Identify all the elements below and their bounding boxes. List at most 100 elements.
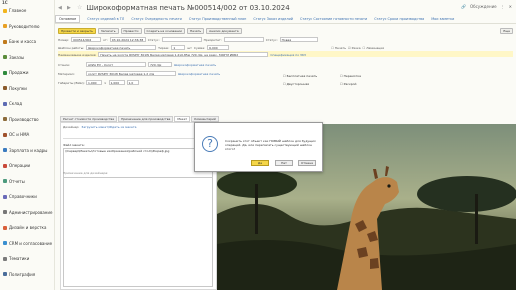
notes-field[interactable]	[63, 177, 213, 287]
link-icon[interactable]: 🔗	[461, 4, 466, 9]
no-button[interactable]: Нет	[275, 160, 293, 166]
sidebar-item-5[interactable]: Покупки	[0, 84, 55, 93]
width-field[interactable]: 1,000	[86, 80, 102, 85]
related-button[interactable]: Создать на основании	[143, 28, 185, 34]
more-button[interactable]: Еще	[500, 28, 513, 34]
designer-link[interactable]: Загрузить макет/Ждать из макета	[81, 125, 136, 129]
sidebar-item-7[interactable]: Производство	[0, 115, 55, 124]
checkbox-lam[interactable]: ☐ Ламинация	[363, 46, 385, 50]
sidebar-item-16[interactable]: Тематики	[0, 254, 55, 263]
sales-icon	[3, 70, 7, 75]
sidebar-item-label: ОС и НМА	[9, 132, 30, 137]
sum-field[interactable]: 6,000	[207, 45, 230, 50]
height-field[interactable]: 1,000	[108, 80, 125, 85]
post-button[interactable]: Провести	[120, 28, 142, 34]
sidebar-item-12[interactable]: Справочники	[0, 192, 55, 201]
sidebar-item-0[interactable]: Главное	[0, 6, 55, 15]
sidebar-item-1[interactable]: Руководителю	[0, 22, 55, 31]
production-icon	[3, 117, 7, 121]
subtab-3[interactable]: Статус Производственный план	[189, 17, 247, 21]
area-field[interactable]: 1,0	[126, 80, 139, 85]
print-button[interactable]: Печать	[186, 28, 205, 34]
sidebar-item-label: Банк и касса	[9, 39, 37, 44]
sidebar-item-label: CRM и согласование	[9, 240, 53, 246]
orders-icon	[3, 55, 7, 59]
sidebar-item-13[interactable]: Администрирование	[0, 208, 55, 217]
sidebar-item-label: Тематики	[9, 256, 30, 261]
material-field[interactable]: холст RVSPIY 301W Белая матовая 1,2 л/м	[86, 71, 176, 76]
file-path[interactable]: \\Сервер\Макеты\Готовые изображения\рабо…	[65, 149, 169, 153]
save-button[interactable]: Записать	[97, 28, 119, 34]
admin-icon	[3, 210, 7, 214]
material-label: Материал:	[58, 71, 75, 76]
page-title: Широкоформатная печать №000514/002 от 03…	[86, 3, 290, 12]
subtab-2[interactable]: Статус Очередность печати	[131, 17, 181, 21]
post-close-button[interactable]: Провести и закрыть	[58, 28, 96, 34]
analyze-button[interactable]: Анализ документа	[206, 28, 242, 34]
sidebar-item-14[interactable]: Дизайн и верстка	[0, 223, 55, 232]
directory-icon	[3, 194, 7, 199]
subtab-5[interactable]: Статус Состояние готовности печати	[300, 17, 367, 21]
discussion-button[interactable]: Обсуждение	[470, 4, 497, 9]
star-icon[interactable]: ☆	[77, 4, 82, 11]
spec-link[interactable]: Спецификация по ЗКЗ	[270, 53, 306, 57]
template-row: Шаблон работы: Широкоформатная печать Ти…	[58, 45, 384, 50]
material-link[interactable]: Широкоформатная печать	[178, 72, 220, 76]
purchases-icon	[3, 86, 7, 90]
back-icon[interactable]: ◀	[58, 5, 64, 11]
status-field[interactable]	[161, 37, 202, 42]
number-field[interactable]: 000514/002	[71, 37, 102, 42]
sidebar-item-4[interactable]: Продажи	[0, 68, 55, 77]
priority-field[interactable]	[223, 37, 264, 42]
forward-icon[interactable]: ▶	[67, 5, 73, 11]
checkbox-print[interactable]: ☐ Печать	[331, 46, 346, 50]
question-icon: ?	[202, 136, 218, 152]
sidebar-item-label: Склад	[9, 101, 22, 106]
free-print-label: Бесплатная печать	[286, 74, 318, 78]
machine-field[interactable]: AVZA EV - Холст	[86, 62, 146, 67]
design-icon	[3, 225, 7, 230]
subtab-6[interactable]: Статус Сроки производства	[374, 17, 424, 21]
cancel-button[interactable]: Отмена	[298, 160, 316, 166]
date-field[interactable]: 03.10.2024 12:36:38	[109, 37, 146, 42]
sidebar-item-9[interactable]: Зарплата и кадры	[0, 146, 55, 155]
size-label: Габариты (ВхШ):	[58, 80, 85, 85]
sidebar-item-label: Справочники	[9, 194, 37, 199]
template-field[interactable]: Широкоформатная печать	[86, 45, 157, 50]
state-field[interactable]: Новая	[279, 37, 318, 42]
designer-label: Дизайнер:	[63, 125, 80, 129]
crm-icon	[3, 241, 7, 245]
subtab-0[interactable]: Основное	[55, 15, 81, 23]
sidebar-item-3[interactable]: Заказы	[0, 53, 55, 62]
subtab-4[interactable]: Статус Заказ изделий	[253, 17, 293, 21]
name-field[interactable]: Печать на холсте RVSPIY 301W Белая матов…	[98, 52, 269, 57]
sidebar-item-label: Продажи	[9, 70, 29, 75]
sidebar-item-17[interactable]: Полиграфия	[0, 270, 55, 279]
yes-button[interactable]: Да	[251, 160, 269, 166]
unit-label: шт	[187, 45, 192, 50]
confirm-dialog: ? Сохранить этот объект как НОВЫЙ шаблон…	[194, 122, 323, 172]
assets-icon	[3, 132, 7, 137]
subtab-7[interactable]: Мои заметки	[431, 17, 454, 21]
files-label: Файл макета:	[63, 143, 85, 147]
sidebar-item-6[interactable]: Склад	[0, 99, 55, 108]
sidebar-item-label: Руководителю	[9, 23, 40, 29]
sidebar-item-2[interactable]: Банк и касса	[0, 37, 55, 46]
sidebar-item-15[interactable]: CRM и согласование	[0, 239, 55, 248]
priority-label: Приоритет:	[203, 37, 222, 42]
sidebar-item-11[interactable]: Отчеты	[0, 177, 55, 186]
sidebar-item-10[interactable]: Операции	[0, 161, 55, 170]
sidebar-item-label: Заказы	[9, 54, 25, 60]
more-icon[interactable]: ⋮	[501, 4, 505, 9]
sidebar-item-8[interactable]: ОС и НМА	[0, 130, 55, 139]
resolution-field[interactable]: 720 dpi	[148, 62, 172, 67]
checkbox-cut[interactable]: ☑ Резка	[348, 46, 361, 50]
close-icon[interactable]: ✕	[509, 4, 512, 9]
topics-icon	[3, 256, 7, 261]
sidebar-item-label: Главное	[9, 8, 27, 13]
subtab-1[interactable]: Статус изделий в ТЛ	[87, 17, 124, 21]
qty-field[interactable]: 1	[171, 45, 186, 50]
options-group-2: ☐ Перемотка ☐ Раскрой	[340, 72, 361, 88]
chart-icon	[3, 24, 7, 28]
machine-link[interactable]: Широкоформатная печать	[174, 63, 216, 67]
